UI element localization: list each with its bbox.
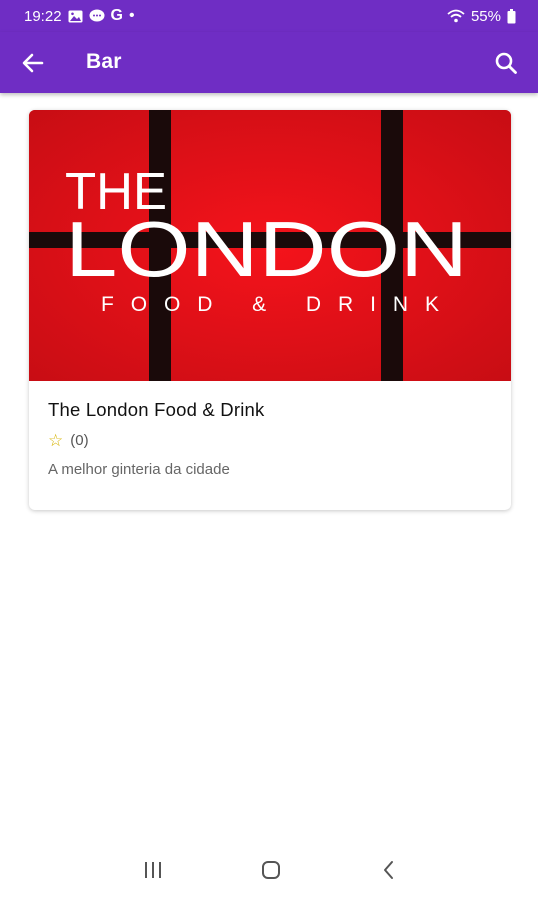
place-logo-image: THE LONDON FOOD & DRINK xyxy=(29,110,511,381)
back-nav-button[interactable] xyxy=(373,854,405,886)
search-icon xyxy=(495,52,517,74)
app-bar: Bar xyxy=(0,32,538,93)
status-time: 19:22 xyxy=(24,7,62,25)
battery-percent: 55% xyxy=(470,7,501,25)
place-name: The London Food & Drink xyxy=(48,399,265,420)
more-notifications-dot: • xyxy=(129,7,135,24)
arrow-back-icon xyxy=(22,53,44,73)
chevron-left-icon xyxy=(384,861,393,879)
back-button[interactable] xyxy=(18,48,48,78)
place-description: A melhor ginteria da cidade xyxy=(48,461,230,478)
home-icon xyxy=(262,861,280,879)
card-body: The London Food & Drink ☆ (0) A melhor g… xyxy=(29,381,511,478)
chat-notification-icon xyxy=(89,9,105,23)
battery-icon xyxy=(507,8,516,24)
status-bar: 19:22 G • 55% xyxy=(0,0,538,32)
system-nav-bar xyxy=(0,840,538,900)
status-right: 55% xyxy=(447,8,516,25)
star-icon: ☆ xyxy=(48,431,64,450)
status-left: 19:22 G • xyxy=(24,7,135,25)
rating-row: ☆ (0) xyxy=(48,432,492,449)
google-notification-icon: G xyxy=(110,7,123,24)
place-card[interactable]: THE LONDON FOOD & DRINK The London Food … xyxy=(29,110,511,510)
screen: 19:22 G • 55% Bar THE LONDON FOOD & DRIN… xyxy=(0,0,538,900)
home-button[interactable] xyxy=(255,854,287,886)
logo-text-london: LONDON xyxy=(65,205,468,293)
recent-apps-icon xyxy=(145,862,161,878)
search-button[interactable] xyxy=(490,47,522,79)
gallery-notification-icon xyxy=(68,10,83,23)
rating-count: (0) xyxy=(70,432,89,449)
wifi-icon xyxy=(447,9,465,23)
page-title: Bar xyxy=(86,50,122,73)
recent-apps-button[interactable] xyxy=(137,854,169,886)
